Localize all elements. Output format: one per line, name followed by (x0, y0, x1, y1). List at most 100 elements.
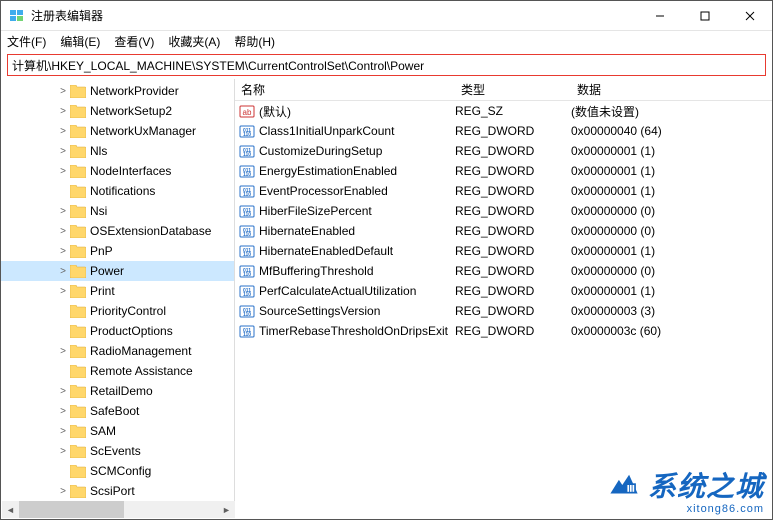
value-row[interactable]: 011110SourceSettingsVersionREG_DWORD0x00… (235, 301, 772, 321)
close-button[interactable] (727, 1, 772, 30)
folder-icon (70, 205, 86, 218)
tree-node[interactable]: >RadioManagement (1, 341, 234, 361)
column-data[interactable]: 数据 (571, 81, 772, 98)
value-name: EventProcessorEnabled (259, 184, 455, 198)
expander-icon[interactable]: > (57, 266, 69, 277)
svg-text:110: 110 (243, 272, 251, 278)
tree-panel[interactable]: >NetworkProvider>NetworkSetup2>NetworkUx… (1, 79, 235, 511)
tree-node[interactable]: >SafeBoot (1, 401, 234, 421)
value-data: 0x00000001 (1) (571, 284, 772, 298)
value-row[interactable]: 011110EventProcessorEnabledREG_DWORD0x00… (235, 181, 772, 201)
tree-node[interactable]: Notifications (1, 181, 234, 201)
tree-node-label: OSExtensionDatabase (90, 224, 211, 238)
expander-icon[interactable]: > (57, 346, 69, 357)
tree-scrollbar[interactable]: ◄ ► (2, 501, 235, 518)
tree-node[interactable]: > PnP (1, 241, 234, 261)
svg-text:ab: ab (243, 108, 252, 117)
folder-icon (70, 405, 86, 418)
value-row[interactable]: 011110CustomizeDuringSetupREG_DWORD0x000… (235, 141, 772, 161)
tree-node-label: PnP (90, 244, 113, 258)
tree-node[interactable]: >RetailDemo (1, 381, 234, 401)
tree-node[interactable]: ProductOptions (1, 321, 234, 341)
expander-icon[interactable]: > (57, 246, 69, 257)
tree-node[interactable]: SCMConfig (1, 461, 234, 481)
tree-node[interactable]: >NetworkSetup2 (1, 101, 234, 121)
value-data: 0x00000000 (0) (571, 264, 772, 278)
tree-node[interactable]: PriorityControl (1, 301, 234, 321)
menu-edit[interactable]: 编辑(E) (60, 33, 100, 50)
expander-icon[interactable]: > (57, 486, 69, 497)
value-type: REG_DWORD (455, 324, 571, 338)
menu-favorites[interactable]: 收藏夹(A) (168, 33, 220, 50)
folder-icon (70, 225, 86, 238)
expander-icon[interactable]: > (57, 86, 69, 97)
value-type: REG_DWORD (455, 124, 571, 138)
value-name: (默认) (259, 103, 455, 120)
window-title: 注册表编辑器 (31, 7, 637, 24)
expander-icon[interactable]: > (57, 226, 69, 237)
expander-icon[interactable]: > (57, 406, 69, 417)
scroll-thumb[interactable] (19, 501, 124, 518)
expander-icon[interactable]: > (57, 126, 69, 137)
value-row[interactable]: 011110Class1InitialUnparkCountREG_DWORD0… (235, 121, 772, 141)
tree-node-label: ScsiPort (90, 484, 135, 498)
value-name: HibernateEnabledDefault (259, 244, 455, 258)
value-row[interactable]: 011110HibernateEnabledDefaultREG_DWORD0x… (235, 241, 772, 261)
folder-icon (70, 425, 86, 438)
folder-icon (70, 305, 86, 318)
expander-icon[interactable]: > (57, 166, 69, 177)
scroll-right-button[interactable]: ► (218, 501, 235, 518)
expander-icon[interactable]: > (57, 426, 69, 437)
value-row[interactable]: 011110HibernateEnabledREG_DWORD0x0000000… (235, 221, 772, 241)
menu-help[interactable]: 帮助(H) (234, 33, 275, 50)
menu-file[interactable]: 文件(F) (7, 33, 46, 50)
expander-icon[interactable]: > (57, 446, 69, 457)
list-body[interactable]: ab(默认)REG_SZ(数值未设置)011110Class1InitialUn… (235, 101, 772, 341)
tree-node[interactable]: >NetworkProvider (1, 81, 234, 101)
value-type: REG_DWORD (455, 204, 571, 218)
tree-node[interactable]: >NetworkUxManager (1, 121, 234, 141)
main-area: >NetworkProvider>NetworkSetup2>NetworkUx… (1, 79, 772, 511)
expander-icon[interactable]: > (57, 146, 69, 157)
folder-icon (70, 465, 86, 478)
tree-node[interactable]: >ScEvents (1, 441, 234, 461)
tree-node[interactable]: >Nsi (1, 201, 234, 221)
expander-icon[interactable]: > (57, 286, 69, 297)
tree-node[interactable]: >NodeInterfaces (1, 161, 234, 181)
scroll-track[interactable] (19, 501, 218, 518)
maximize-button[interactable] (682, 1, 727, 30)
value-row[interactable]: 011110MfBufferingThresholdREG_DWORD0x000… (235, 261, 772, 281)
expander-icon[interactable]: > (57, 106, 69, 117)
value-row[interactable]: ab(默认)REG_SZ(数值未设置) (235, 101, 772, 121)
value-row[interactable]: 011110EnergyEstimationEnabledREG_DWORD0x… (235, 161, 772, 181)
folder-icon (70, 385, 86, 398)
folder-icon (70, 325, 86, 338)
tree-node-label: Notifications (90, 184, 155, 198)
tree-node[interactable]: >SAM (1, 421, 234, 441)
value-row[interactable]: 011110PerfCalculateActualUtilizationREG_… (235, 281, 772, 301)
tree-node[interactable]: >Power (1, 261, 234, 281)
expander-icon[interactable]: > (57, 206, 69, 217)
dword-value-icon: 011110 (239, 163, 255, 179)
address-bar[interactable]: 计算机\HKEY_LOCAL_MACHINE\SYSTEM\CurrentCon… (7, 54, 766, 76)
value-type: REG_DWORD (455, 284, 571, 298)
value-type: REG_DWORD (455, 184, 571, 198)
minimize-button[interactable] (637, 1, 682, 30)
scroll-left-button[interactable]: ◄ (2, 501, 19, 518)
tree-node[interactable]: Remote Assistance (1, 361, 234, 381)
expander-icon[interactable]: > (57, 386, 69, 397)
value-row[interactable]: 011110TimerRebaseThresholdOnDripsExitREG… (235, 321, 772, 341)
tree-node[interactable]: > ScsiPort (1, 481, 234, 501)
folder-icon (70, 485, 86, 498)
tree-node[interactable]: >Nls (1, 141, 234, 161)
menu-view[interactable]: 查看(V) (114, 33, 154, 50)
tree-node[interactable]: >Print (1, 281, 234, 301)
column-name[interactable]: 名称 (235, 81, 455, 98)
tree-node[interactable]: > OSExtensionDatabase (1, 221, 234, 241)
svg-text:110: 110 (243, 192, 251, 198)
column-type[interactable]: 类型 (455, 81, 571, 98)
value-row[interactable]: 011110HiberFileSizePercentREG_DWORD0x000… (235, 201, 772, 221)
list-header: 名称 类型 数据 (235, 79, 772, 101)
svg-text:110: 110 (243, 132, 251, 138)
svg-text:110: 110 (243, 332, 251, 338)
